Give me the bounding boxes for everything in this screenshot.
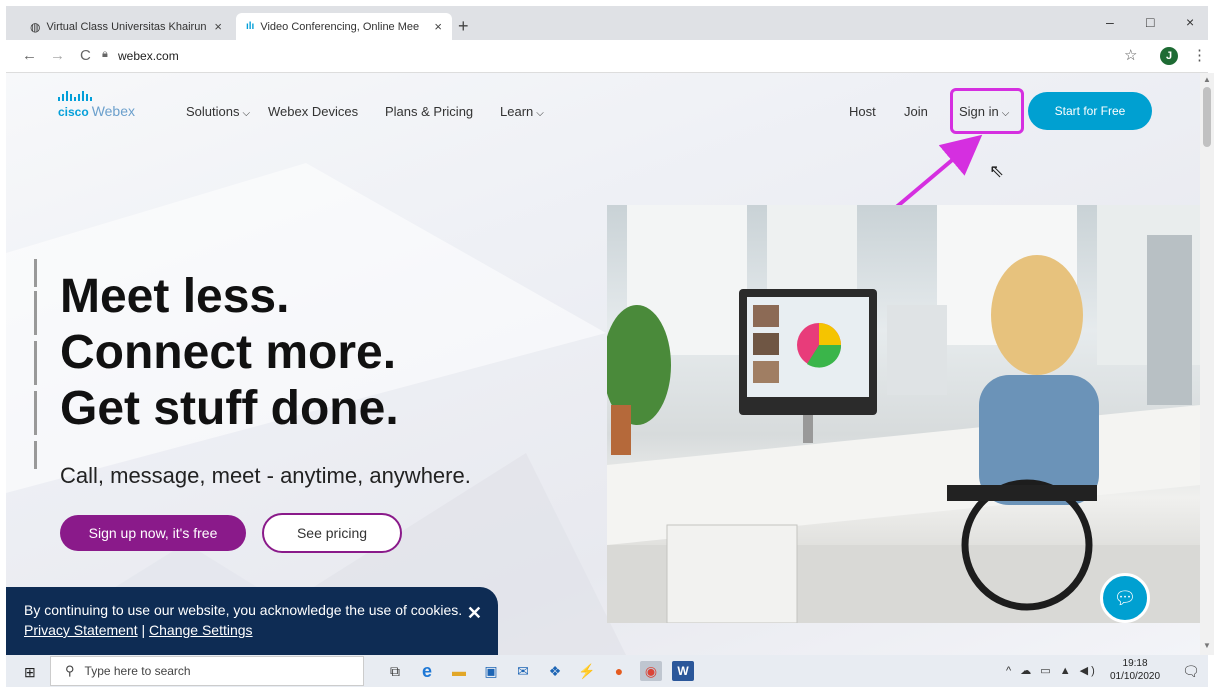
scroll-down-icon[interactable]: ▼ [1203,641,1211,650]
tab-title: Virtual Class Universitas Khairun [46,20,207,33]
start-for-free-button[interactable]: Start for Free [1028,92,1152,130]
firefox-icon[interactable]: ● [608,661,630,681]
search-placeholder: Type here to search [84,664,191,678]
cisco-webex-logo[interactable]: cisco Webex [58,91,135,119]
edge-icon[interactable]: e [416,661,438,681]
logo-product: Webex [91,103,136,119]
cookie-banner: By continuing to use our website, you ac… [6,587,498,655]
nav-host[interactable]: Host [849,104,876,119]
tab-virtual-class[interactable]: ◍ Virtual Class Universitas Khairun × [20,13,232,40]
dropbox-icon[interactable]: ❖ [544,661,566,681]
hero-subtitle: Call, message, meet - anytime, anywhere. [60,463,471,488]
sign-in-highlight-box [950,88,1024,134]
nav-solutions[interactable]: Solutions ⌵ [186,104,250,119]
profile-avatar[interactable]: J [1160,47,1178,65]
url-field[interactable]: webex.com [118,49,179,63]
store-icon[interactable]: ▣ [480,661,502,681]
hero-line-1: Meet less. [60,270,290,323]
forward-button[interactable]: → [50,47,65,64]
page-scrollbar[interactable]: ▲ ▼ [1200,73,1214,655]
close-tab-icon[interactable]: × [434,19,442,34]
office-scene-image [607,205,1200,623]
nav-label: Solutions [186,104,240,119]
chevron-down-icon: ⌵ [242,108,251,119]
address-bar: ← → C 🔒︎ webex.com ☆ J ⋮ [6,40,1208,73]
globe-icon: ◍ [30,19,41,34]
mail-icon[interactable]: ✉ [512,661,534,681]
search-icon: ⚲ [65,663,75,678]
hero-photo [607,205,1200,623]
scroll-up-icon[interactable]: ▲ [1203,75,1211,84]
scrollbar-thumb[interactable] [1203,87,1211,147]
close-window-button[interactable]: × [1186,14,1194,30]
chat-support-button[interactable]: 💬︎ [1100,573,1150,623]
hero-divider [34,341,37,385]
task-view-icon[interactable]: ⧉ [384,661,406,681]
cisco-bars-icon [58,91,135,101]
chat-icon: 💬︎ [1113,587,1137,608]
see-pricing-button[interactable]: See pricing [262,513,402,553]
clock-date: 01/10/2020 [1110,671,1161,682]
notifications-icon[interactable]: 🗨︎ [1182,663,1200,680]
hero-divider [34,259,37,287]
windows-start-icon[interactable]: ⊞ [24,664,36,681]
new-tab-button[interactable]: + [458,16,469,37]
close-cookie-button[interactable]: ✕ [467,603,482,623]
nav-label: Learn [500,104,534,119]
lock-icon[interactable]: 🔒︎ [102,48,108,61]
logo-brand: cisco [58,105,89,119]
back-button[interactable]: ← [22,47,37,64]
sign-up-button[interactable]: Sign up now, it's free [60,515,246,551]
change-settings-link[interactable]: Change Settings [149,622,253,638]
reload-button[interactable]: C [80,47,91,64]
taskbar-search[interactable]: ⚲ Type here to search [50,656,364,686]
app-icon[interactable]: ⚡ [576,661,598,681]
nav-join[interactable]: Join [904,104,928,119]
hero-divider [34,391,37,435]
browser-tab-bar: ◍ Virtual Class Universitas Khairun × ıl… [6,6,1208,40]
mouse-cursor-icon: ⇖ [989,161,1005,181]
windows-taskbar: ⊞ ⚲ Type here to search ⧉ e ▬ ▣ ✉ ❖ ⚡ ● … [6,655,1208,687]
maximize-button[interactable]: □ [1146,14,1154,30]
webex-favicon-icon: ılı [246,21,255,32]
tab-title: Video Conferencing, Online Mee [260,20,420,33]
word-icon[interactable]: W [672,661,694,681]
chevron-down-icon: ⌵ [536,108,544,119]
hero-line-3: Get stuff done. [60,382,399,435]
taskbar-clock[interactable]: 19:18 01/10/2020 [1110,657,1160,683]
hero-headline: Meet less. Connect more. Get stuff done. [60,269,399,437]
minimize-button[interactable]: – [1106,14,1114,30]
clock-time: 19:18 [1122,658,1148,669]
menu-kebab-icon[interactable]: ⋮ [1192,46,1207,64]
nav-plans-pricing[interactable]: Plans & Pricing [385,104,473,119]
privacy-statement-link[interactable]: Privacy Statement [24,622,138,638]
hero-divider [34,441,37,469]
cookie-separator: | [141,622,146,638]
file-explorer-icon[interactable]: ▬ [448,661,470,681]
nav-learn[interactable]: Learn ⌵ [500,104,544,119]
hero-divider [34,291,37,335]
hero-line-2: Connect more. [60,326,397,379]
chrome-icon[interactable]: ◉ [640,661,662,681]
bookmark-star-icon[interactable]: ☆ [1124,46,1137,64]
close-tab-icon[interactable]: × [214,19,222,34]
system-tray-icons[interactable]: ^ ☁ ▭ ▲ ◀) [1006,664,1098,677]
tab-webex[interactable]: ılı Video Conferencing, Online Mee × [236,13,452,40]
nav-webex-devices[interactable]: Webex Devices [268,104,358,119]
cookie-text: By continuing to use our website, you ac… [24,602,463,618]
